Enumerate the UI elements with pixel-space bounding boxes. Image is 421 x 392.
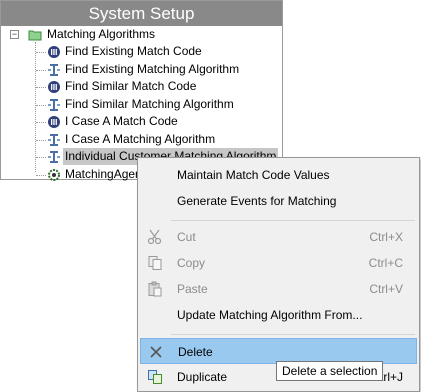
system-setup-panel: System Setup − Matching Algorithms Find …: [0, 0, 283, 183]
tree-connector: [36, 157, 46, 158]
folder-icon: [28, 30, 42, 41]
menu-item-label: Copy: [177, 256, 206, 270]
tree-item-label: I Case A Matching Algorithm: [65, 131, 216, 146]
menu-item-label: Delete: [178, 345, 213, 359]
tree-item[interactable]: Find Similar Match Code: [47, 78, 198, 95]
menu-item-paste[interactable]: Paste Ctrl+V: [140, 276, 417, 302]
delete-x-icon: [150, 346, 162, 358]
tree-connector: [36, 174, 46, 176]
menu-item-label: Maintain Match Code Values: [177, 168, 330, 182]
matching-algorithm-icon: [48, 63, 60, 76]
tree-item[interactable]: Find Similar Matching Algorithm: [47, 96, 236, 113]
tree-connector: [36, 69, 46, 71]
menu-separator: [171, 220, 415, 221]
duplicate-icon: [148, 370, 162, 384]
tree-item[interactable]: Find Existing Matching Algorithm: [47, 61, 241, 78]
menu-shortcut: Ctrl+V: [369, 282, 403, 296]
tree-item[interactable]: I Case A Matching Algorithm: [47, 131, 217, 148]
tree-item-label: Find Existing Matching Algorithm: [65, 61, 240, 76]
menu-item-label: Paste: [177, 282, 208, 296]
tree-item[interactable]: I Case A Match Code: [47, 113, 180, 130]
matching-algorithm-icon: [48, 98, 60, 111]
tree-item-label: Find Existing Match Code: [65, 44, 202, 58]
tree-node-label: Matching Algorithms: [47, 27, 156, 41]
tree-connector: [36, 139, 46, 141]
menu-item-update-matching-algorithm[interactable]: Update Matching Algorithm From...: [140, 302, 417, 328]
matching-algorithm-icon: [48, 133, 60, 146]
menu-item-cut[interactable]: Cut Ctrl+X: [140, 224, 417, 250]
tree-item-label: Find Similar Match Code: [65, 79, 197, 93]
tree-item-label: Find Similar Matching Algorithm: [65, 96, 234, 111]
match-code-icon: [48, 46, 60, 58]
matching-algorithm-icon: [48, 151, 60, 163]
menu-item-label: Duplicate: [177, 370, 228, 384]
menu-item-label: Generate Events for Matching: [177, 194, 337, 208]
paste-icon: [148, 281, 162, 297]
tree-connector: [36, 87, 46, 88]
context-menu: Maintain Match Code Values Generate Even…: [137, 157, 420, 392]
tree-connector: [36, 122, 46, 123]
menu-item-copy[interactable]: Copy Ctrl+C: [140, 250, 417, 276]
menu-separator: [171, 334, 415, 335]
tree-item[interactable]: MatchingAgent: [47, 166, 147, 183]
menu-item-label: Cut: [177, 230, 196, 244]
tree-connector: [36, 104, 46, 106]
menu-item-generate-events[interactable]: Generate Events for Matching: [140, 188, 417, 214]
menu-item-label: Update Matching Algorithm From...: [177, 308, 363, 322]
delete-tooltip: Delete a selection: [276, 361, 384, 381]
tree-item-label: MatchingAgent: [65, 166, 146, 181]
scissors-icon: [147, 229, 162, 245]
tree-connector: [35, 42, 36, 172]
match-code-icon: [48, 116, 60, 128]
menu-item-maintain-match-code-values[interactable]: Maintain Match Code Values: [140, 162, 417, 188]
match-code-icon: [48, 81, 60, 93]
tree-item-label: I Case A Match Code: [65, 114, 178, 128]
panel-title: System Setup: [1, 1, 282, 26]
menu-shortcut: Ctrl+X: [369, 230, 403, 244]
tree-root-matching-algorithms[interactable]: Matching Algorithms: [28, 26, 157, 43]
gear-agent-icon: [48, 168, 60, 181]
copy-icon: [148, 256, 162, 270]
collapse-toggle[interactable]: −: [10, 30, 19, 39]
tree-connector: [36, 52, 46, 53]
tree-item[interactable]: Find Existing Match Code: [47, 43, 204, 60]
menu-shortcut: Ctrl+C: [368, 256, 403, 270]
